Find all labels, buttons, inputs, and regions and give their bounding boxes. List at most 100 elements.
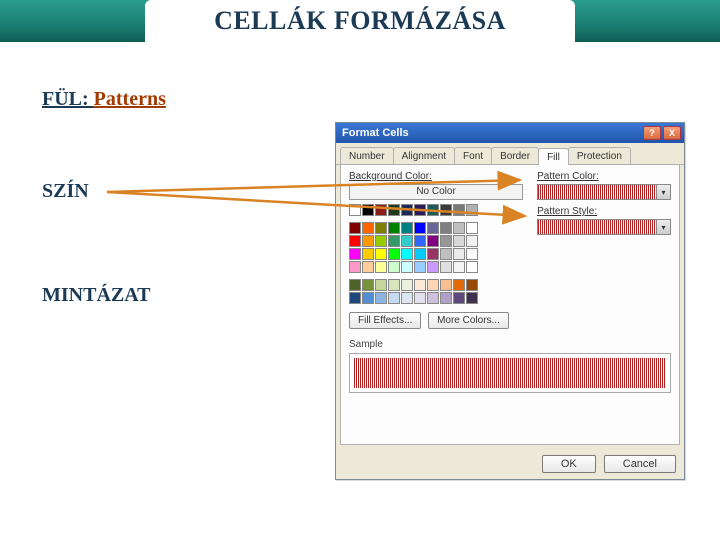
- color-swatch[interactable]: [466, 204, 478, 216]
- color-grid-standard: [349, 204, 523, 216]
- color-swatch[interactable]: [414, 222, 426, 234]
- color-swatch[interactable]: [453, 204, 465, 216]
- color-swatch[interactable]: [440, 279, 452, 291]
- color-swatch[interactable]: [362, 292, 374, 304]
- color-swatch[interactable]: [375, 248, 387, 260]
- tab-protection[interactable]: Protection: [568, 147, 631, 164]
- color-section-label: SZÍN: [42, 180, 89, 203]
- fill-effects-button[interactable]: Fill Effects...: [349, 312, 421, 329]
- color-swatch[interactable]: [375, 222, 387, 234]
- color-swatch[interactable]: [375, 204, 387, 216]
- background-color-label: Background Color:: [349, 171, 523, 182]
- color-swatch[interactable]: [427, 204, 439, 216]
- color-swatch[interactable]: [401, 292, 413, 304]
- color-swatch[interactable]: [375, 261, 387, 273]
- more-colors-button[interactable]: More Colors...: [428, 312, 509, 329]
- color-swatch[interactable]: [466, 235, 478, 247]
- color-swatch[interactable]: [401, 279, 413, 291]
- tab-number[interactable]: Number: [340, 147, 394, 164]
- color-swatch[interactable]: [349, 222, 361, 234]
- color-swatch[interactable]: [362, 279, 374, 291]
- cancel-button[interactable]: Cancel: [604, 455, 676, 473]
- color-swatch[interactable]: [388, 204, 400, 216]
- dialog-titlebar[interactable]: Format Cells ? X: [336, 123, 684, 143]
- tab-font[interactable]: Font: [454, 147, 492, 164]
- color-swatch[interactable]: [362, 204, 374, 216]
- chevron-down-icon[interactable]: ▾: [656, 220, 670, 234]
- color-swatch[interactable]: [375, 279, 387, 291]
- color-swatch[interactable]: [388, 279, 400, 291]
- color-swatch[interactable]: [466, 248, 478, 260]
- color-swatch[interactable]: [453, 222, 465, 234]
- color-swatch[interactable]: [453, 235, 465, 247]
- color-swatch[interactable]: [388, 248, 400, 260]
- color-swatch[interactable]: [440, 204, 452, 216]
- tab-border[interactable]: Border: [491, 147, 539, 164]
- color-swatch[interactable]: [349, 292, 361, 304]
- color-swatch[interactable]: [388, 235, 400, 247]
- color-swatch[interactable]: [427, 235, 439, 247]
- sample-preview: [354, 358, 666, 388]
- tab-indicator-label: FÜL: Patterns: [42, 88, 166, 111]
- color-swatch[interactable]: [427, 261, 439, 273]
- color-swatch[interactable]: [414, 261, 426, 273]
- color-swatch[interactable]: [466, 222, 478, 234]
- color-swatch[interactable]: [349, 261, 361, 273]
- color-swatch[interactable]: [466, 279, 478, 291]
- pattern-color-preview: [538, 185, 656, 199]
- color-swatch[interactable]: [414, 204, 426, 216]
- color-swatch[interactable]: [440, 261, 452, 273]
- color-swatch[interactable]: [453, 279, 465, 291]
- color-grid-main: [349, 222, 523, 273]
- color-swatch[interactable]: [349, 204, 361, 216]
- color-swatch[interactable]: [427, 222, 439, 234]
- color-swatch[interactable]: [440, 222, 452, 234]
- pattern-style-combo[interactable]: ▾: [537, 219, 671, 235]
- color-swatch[interactable]: [362, 235, 374, 247]
- dialog-footer: OK Cancel: [336, 449, 684, 479]
- no-color-button[interactable]: No Color: [349, 184, 523, 200]
- color-swatch[interactable]: [453, 292, 465, 304]
- color-grid-theme: [349, 279, 523, 304]
- color-swatch[interactable]: [349, 279, 361, 291]
- color-swatch[interactable]: [466, 292, 478, 304]
- color-swatch[interactable]: [440, 248, 452, 260]
- chevron-down-icon[interactable]: ▾: [656, 185, 670, 199]
- color-swatch[interactable]: [414, 235, 426, 247]
- color-swatch[interactable]: [414, 292, 426, 304]
- color-swatch[interactable]: [440, 235, 452, 247]
- color-swatch[interactable]: [427, 279, 439, 291]
- tab-alignment[interactable]: Alignment: [393, 147, 455, 164]
- title-ribbon: CELLÁK FORMÁZÁSA: [145, 0, 575, 42]
- tab-fill[interactable]: Fill: [538, 148, 569, 165]
- color-swatch[interactable]: [466, 261, 478, 273]
- color-swatch[interactable]: [349, 248, 361, 260]
- color-swatch[interactable]: [440, 292, 452, 304]
- color-swatch[interactable]: [362, 248, 374, 260]
- color-swatch[interactable]: [375, 235, 387, 247]
- color-swatch[interactable]: [362, 222, 374, 234]
- color-swatch[interactable]: [401, 248, 413, 260]
- color-swatch[interactable]: [388, 222, 400, 234]
- color-swatch[interactable]: [401, 235, 413, 247]
- color-swatch[interactable]: [414, 248, 426, 260]
- color-swatch[interactable]: [388, 292, 400, 304]
- help-button[interactable]: ?: [643, 126, 661, 140]
- color-swatch[interactable]: [427, 292, 439, 304]
- pattern-color-combo[interactable]: ▾: [537, 184, 671, 200]
- ok-button[interactable]: OK: [542, 455, 596, 473]
- dialog-tabs: NumberAlignmentFontBorderFillProtection: [336, 143, 684, 165]
- color-swatch[interactable]: [401, 261, 413, 273]
- color-swatch[interactable]: [349, 235, 361, 247]
- color-swatch[interactable]: [388, 261, 400, 273]
- close-button[interactable]: X: [663, 126, 681, 140]
- color-swatch[interactable]: [401, 204, 413, 216]
- color-swatch[interactable]: [427, 248, 439, 260]
- color-swatch[interactable]: [414, 279, 426, 291]
- color-swatch[interactable]: [401, 222, 413, 234]
- color-swatch[interactable]: [362, 261, 374, 273]
- color-swatch[interactable]: [453, 248, 465, 260]
- color-swatch[interactable]: [453, 261, 465, 273]
- color-swatch[interactable]: [375, 292, 387, 304]
- sample-box: [349, 353, 671, 393]
